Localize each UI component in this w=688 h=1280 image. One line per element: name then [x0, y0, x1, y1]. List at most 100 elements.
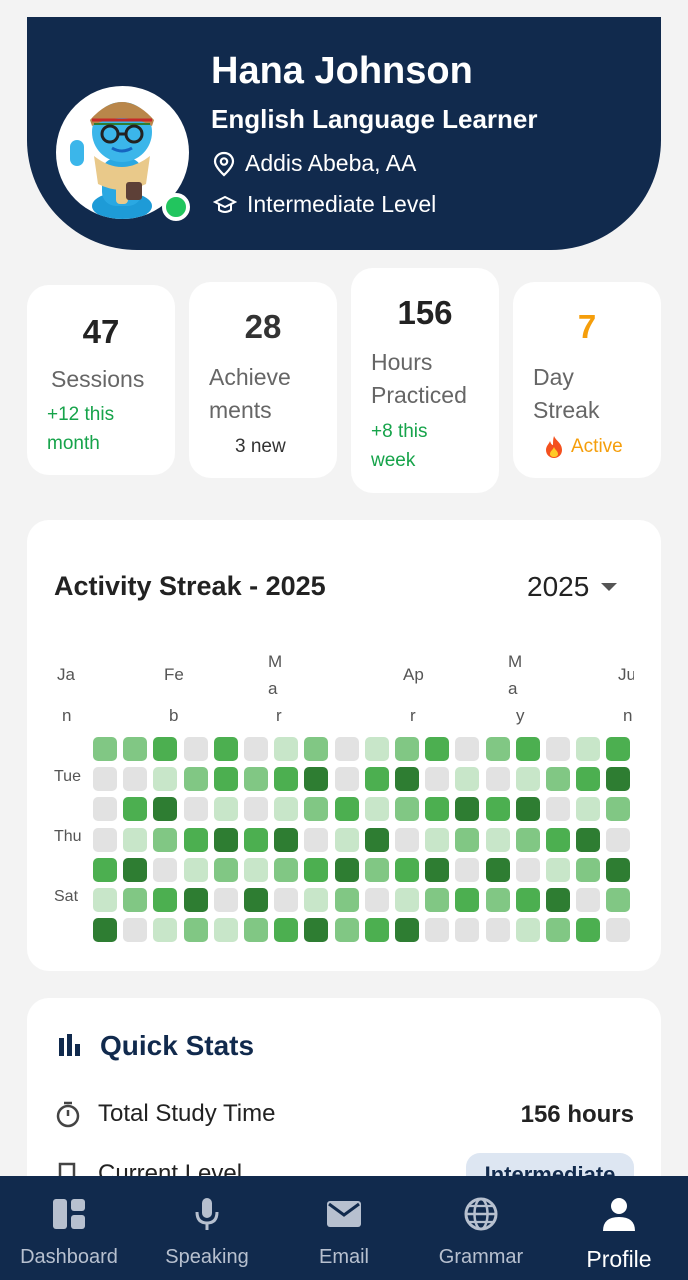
heatmap-cell[interactable] [455, 737, 479, 761]
heatmap-cell[interactable] [395, 828, 419, 852]
heatmap-cell[interactable] [395, 797, 419, 821]
heatmap-cell[interactable] [184, 767, 208, 791]
heatmap-cell[interactable] [546, 888, 570, 912]
heatmap-cell[interactable] [184, 737, 208, 761]
heatmap-cell[interactable] [455, 767, 479, 791]
heatmap-cell[interactable] [486, 737, 510, 761]
heatmap-cell[interactable] [123, 767, 147, 791]
heatmap-cell[interactable] [606, 767, 630, 791]
heatmap-cell[interactable] [244, 918, 268, 942]
heatmap-cell[interactable] [516, 797, 540, 821]
heatmap-cell[interactable] [516, 858, 540, 882]
heatmap-cell[interactable] [214, 858, 238, 882]
heatmap-cell[interactable] [214, 828, 238, 852]
heatmap-cell[interactable] [365, 828, 389, 852]
heatmap-cell[interactable] [395, 767, 419, 791]
heatmap-cell[interactable] [455, 797, 479, 821]
heatmap-cell[interactable] [304, 888, 328, 912]
heatmap-cell[interactable] [335, 797, 359, 821]
heatmap-cell[interactable] [304, 828, 328, 852]
nav-email[interactable]: Email [276, 1176, 412, 1280]
heatmap-cell[interactable] [153, 888, 177, 912]
heatmap-cell[interactable] [153, 767, 177, 791]
heatmap-cell[interactable] [455, 918, 479, 942]
nav-profile[interactable]: Profile [550, 1176, 688, 1280]
heatmap-cell[interactable] [335, 918, 359, 942]
heatmap-cell[interactable] [153, 918, 177, 942]
heatmap-cell[interactable] [123, 797, 147, 821]
heatmap-cell[interactable] [244, 888, 268, 912]
heatmap-cell[interactable] [274, 737, 298, 761]
heatmap-cell[interactable] [153, 797, 177, 821]
heatmap-cell[interactable] [455, 828, 479, 852]
heatmap-cell[interactable] [425, 918, 449, 942]
heatmap-cell[interactable] [546, 918, 570, 942]
heatmap-cell[interactable] [244, 767, 268, 791]
heatmap-cell[interactable] [214, 918, 238, 942]
heatmap-cell[interactable] [335, 828, 359, 852]
heatmap-cell[interactable] [304, 737, 328, 761]
heatmap-cell[interactable] [214, 737, 238, 761]
heatmap-cell[interactable] [576, 767, 600, 791]
heatmap-cell[interactable] [274, 797, 298, 821]
heatmap-cell[interactable] [546, 737, 570, 761]
heatmap-cell[interactable] [425, 797, 449, 821]
heatmap-cell[interactable] [335, 858, 359, 882]
heatmap-cell[interactable] [546, 797, 570, 821]
heatmap-cell[interactable] [395, 888, 419, 912]
heatmap-cell[interactable] [395, 737, 419, 761]
heatmap-cell[interactable] [93, 767, 117, 791]
heatmap-cell[interactable] [153, 737, 177, 761]
nav-speaking[interactable]: Speaking [138, 1176, 276, 1280]
heatmap-cell[interactable] [486, 767, 510, 791]
heatmap-cell[interactable] [274, 888, 298, 912]
heatmap-cell[interactable] [365, 918, 389, 942]
heatmap-cell[interactable] [184, 918, 208, 942]
stat-card-hours-practiced[interactable]: 156 Hours Practiced +8 this week [351, 268, 499, 493]
heatmap-cell[interactable] [335, 767, 359, 791]
heatmap-cell[interactable] [153, 828, 177, 852]
heatmap-cell[interactable] [93, 858, 117, 882]
heatmap-cell[interactable] [244, 797, 268, 821]
heatmap-cell[interactable] [486, 828, 510, 852]
heatmap-cell[interactable] [576, 918, 600, 942]
heatmap-cell[interactable] [184, 828, 208, 852]
heatmap-cell[interactable] [425, 888, 449, 912]
heatmap-cell[interactable] [274, 828, 298, 852]
heatmap-cell[interactable] [93, 737, 117, 761]
heatmap-cell[interactable] [244, 828, 268, 852]
heatmap-cell[interactable] [365, 858, 389, 882]
stat-card-sessions[interactable]: 47 Sessions +12 this month [27, 285, 175, 475]
heatmap-cell[interactable] [184, 858, 208, 882]
heatmap-cell[interactable] [244, 737, 268, 761]
heatmap-cell[interactable] [516, 828, 540, 852]
heatmap-cell[interactable] [486, 858, 510, 882]
stat-card-day-streak[interactable]: 7 Day Streak Active [513, 282, 661, 478]
year-dropdown[interactable]: 2025 [527, 571, 618, 603]
heatmap-cell[interactable] [606, 918, 630, 942]
heatmap-cell[interactable] [123, 828, 147, 852]
nav-grammar[interactable]: Grammar [412, 1176, 550, 1280]
heatmap-cell[interactable] [123, 858, 147, 882]
heatmap-cell[interactable] [335, 737, 359, 761]
heatmap-cell[interactable] [274, 858, 298, 882]
heatmap-cell[interactable] [576, 858, 600, 882]
heatmap-cell[interactable] [546, 858, 570, 882]
heatmap-cell[interactable] [546, 828, 570, 852]
heatmap-cell[interactable] [516, 888, 540, 912]
heatmap-cell[interactable] [365, 767, 389, 791]
heatmap-cell[interactable] [123, 888, 147, 912]
heatmap-cell[interactable] [455, 888, 479, 912]
heatmap-cell[interactable] [365, 737, 389, 761]
heatmap-cell[interactable] [425, 828, 449, 852]
heatmap-cell[interactable] [214, 767, 238, 791]
heatmap-cell[interactable] [606, 888, 630, 912]
stat-card-achievements[interactable]: 28 Achieve ments 3 new [189, 282, 337, 478]
heatmap-cell[interactable] [425, 858, 449, 882]
heatmap-cell[interactable] [93, 918, 117, 942]
heatmap-cell[interactable] [576, 828, 600, 852]
heatmap-cell[interactable] [304, 767, 328, 791]
heatmap-cell[interactable] [425, 767, 449, 791]
heatmap-cell[interactable] [304, 797, 328, 821]
heatmap-cell[interactable] [486, 797, 510, 821]
